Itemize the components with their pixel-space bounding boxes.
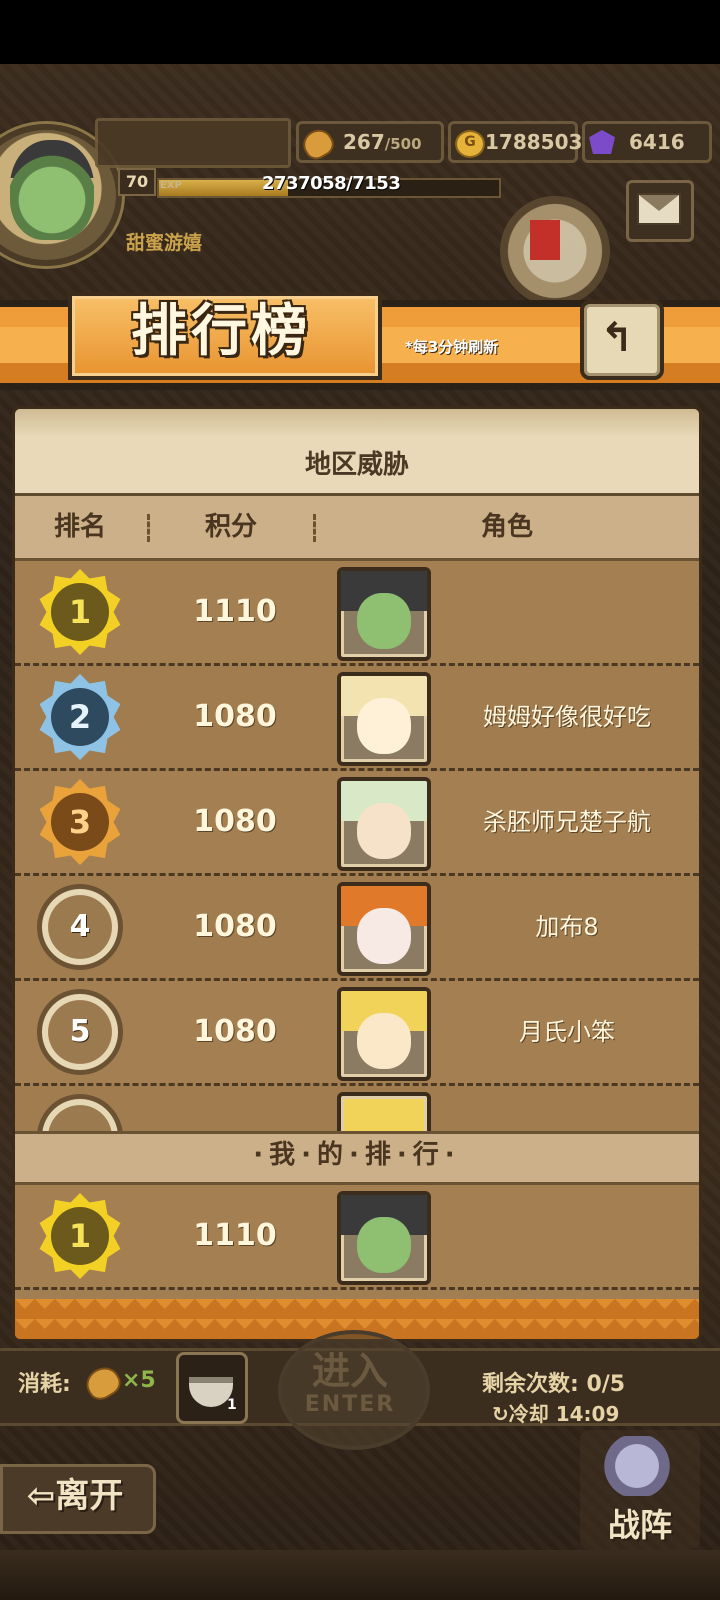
stamina-max: /500 <box>384 135 422 153</box>
column-rank: 排名 <box>53 512 106 542</box>
ranking-row[interactable]: 5 1080 月氏小笨 <box>15 981 699 1086</box>
player-name: 甜蜜游嬉 <box>126 232 203 254</box>
character-portrait[interactable] <box>337 987 431 1081</box>
item-slot[interactable]: 1 <box>176 1352 248 1424</box>
rank-number: 1 <box>51 583 109 641</box>
formation-icon <box>592 1436 682 1496</box>
return-arrow-icon: ↰ <box>600 315 634 361</box>
back-button[interactable]: ↰ <box>580 300 664 380</box>
character-name: 月氏小笨 <box>519 1018 615 1046</box>
portrait-face <box>357 803 411 859</box>
exp-tag: EXP <box>160 180 182 191</box>
portrait-face <box>357 1217 411 1273</box>
rank-score: 1080 <box>193 1014 277 1049</box>
rank-number: 4 <box>69 909 91 944</box>
rank-badge: 1 <box>37 569 123 655</box>
gold-coin-icon: G <box>455 130 485 158</box>
character-name: 加布8 <box>535 913 599 941</box>
stamina-value: 267 <box>343 130 385 154</box>
page-title: 排行榜 <box>131 299 311 364</box>
my-rank-row[interactable]: 1 1110 <box>15 1185 699 1290</box>
player-level: 70 <box>118 168 156 196</box>
enter-sublabel: ENTER <box>304 1392 396 1417</box>
rank-number: 5 <box>69 1014 91 1049</box>
gold-counter[interactable]: G 1788503 <box>448 121 582 163</box>
rank-number: 1 <box>51 1207 109 1265</box>
item-count: 1 <box>227 1397 237 1413</box>
ranking-row[interactable]: 1 1110 <box>15 561 699 666</box>
rank-badge: 1 <box>37 1193 123 1279</box>
exp-value: 2737058/7153 <box>262 173 401 194</box>
quest-scroll-mark <box>530 220 560 260</box>
formation-label: 战阵 <box>607 1506 672 1544</box>
rank-number: 2 <box>51 688 109 746</box>
column-score: 积分 <box>204 512 257 542</box>
character-portrait[interactable] <box>337 882 431 976</box>
ranking-row[interactable]: 4 1080 加布8 <box>15 876 699 981</box>
character-portrait[interactable] <box>337 567 431 661</box>
player-avatar <box>10 140 94 240</box>
rank-number: 3 <box>51 793 109 851</box>
ranking-row-partial[interactable] <box>15 1086 699 1131</box>
character-name <box>435 561 699 663</box>
remaining-attempts: 剩余次数: 0/5 <box>482 1372 626 1397</box>
character-portrait[interactable] <box>337 1092 431 1131</box>
portrait-face <box>357 593 411 649</box>
gem-value: 6416 <box>629 130 685 154</box>
stamina-counter[interactable]: 267/500 <box>296 121 444 164</box>
character-name: 姆姆好像很好吃 <box>483 703 651 731</box>
consume-count: ×5 <box>122 1368 156 1393</box>
rank-badge: 2 <box>37 674 123 760</box>
rank-badge: 4 <box>37 884 123 970</box>
player-name-plate <box>95 118 291 168</box>
formation-button[interactable]: 战阵 <box>580 1430 700 1550</box>
rank-score: 1110 <box>193 594 277 629</box>
gem-icon <box>589 130 615 154</box>
rank-badge: 5 <box>37 989 123 1075</box>
portrait-face <box>357 1013 411 1069</box>
enter-label: 进入 <box>311 1349 388 1393</box>
rank-score: 1080 <box>193 699 277 734</box>
portrait-face <box>357 908 411 964</box>
refresh-note: *每3分钟刷新 <box>405 338 499 356</box>
character-name: 杀胚师兄楚子航 <box>483 808 651 836</box>
bread-icon <box>298 124 338 164</box>
rank-badge: 3 <box>37 779 123 865</box>
character-portrait[interactable] <box>337 672 431 766</box>
status-bar <box>0 0 720 64</box>
column-character: 角色 <box>480 512 533 542</box>
my-portrait[interactable] <box>337 1191 431 1285</box>
mail-button[interactable] <box>626 180 694 242</box>
rank-badge <box>37 1094 123 1131</box>
rank-score: 1080 <box>193 909 277 944</box>
panel-title: 地区威胁 <box>304 450 409 480</box>
panel-header-edge <box>15 409 699 437</box>
cooldown-timer: ↻冷却 14:09 <box>492 1402 620 1426</box>
ranking-row[interactable]: 2 1080 姆姆好像很好吃 <box>15 666 699 771</box>
leave-label: ⇦离开 <box>26 1476 124 1516</box>
my-character-name <box>435 1185 699 1287</box>
ground-deco <box>0 1550 720 1600</box>
ranking-row[interactable]: 3 1080 杀胚师兄楚子航 <box>15 771 699 876</box>
leaderboard-panel: 地区威胁 排名 积分 角色 1 1110 2 1080 姆姆好像很好吃 3 1080 杀胚师兄… <box>12 406 702 1342</box>
character-portrait[interactable] <box>337 777 431 871</box>
my-rank-label: ·我·的·排·行· <box>253 1140 461 1170</box>
gem-counter[interactable]: 6416 <box>582 121 712 163</box>
portrait-face <box>357 698 411 754</box>
rank-score: 1080 <box>193 804 277 839</box>
column-header: 排名 积分 角色 <box>15 496 699 561</box>
consume-label: 消耗: <box>18 1372 71 1397</box>
envelope-icon <box>637 193 681 225</box>
my-score: 1110 <box>193 1218 277 1253</box>
ranking-list[interactable]: 1 1110 2 1080 姆姆好像很好吃 3 1080 杀胚师兄楚子航 4 1080 加布8 5 10… <box>15 561 699 1131</box>
gold-value: 1788503 <box>485 130 583 154</box>
